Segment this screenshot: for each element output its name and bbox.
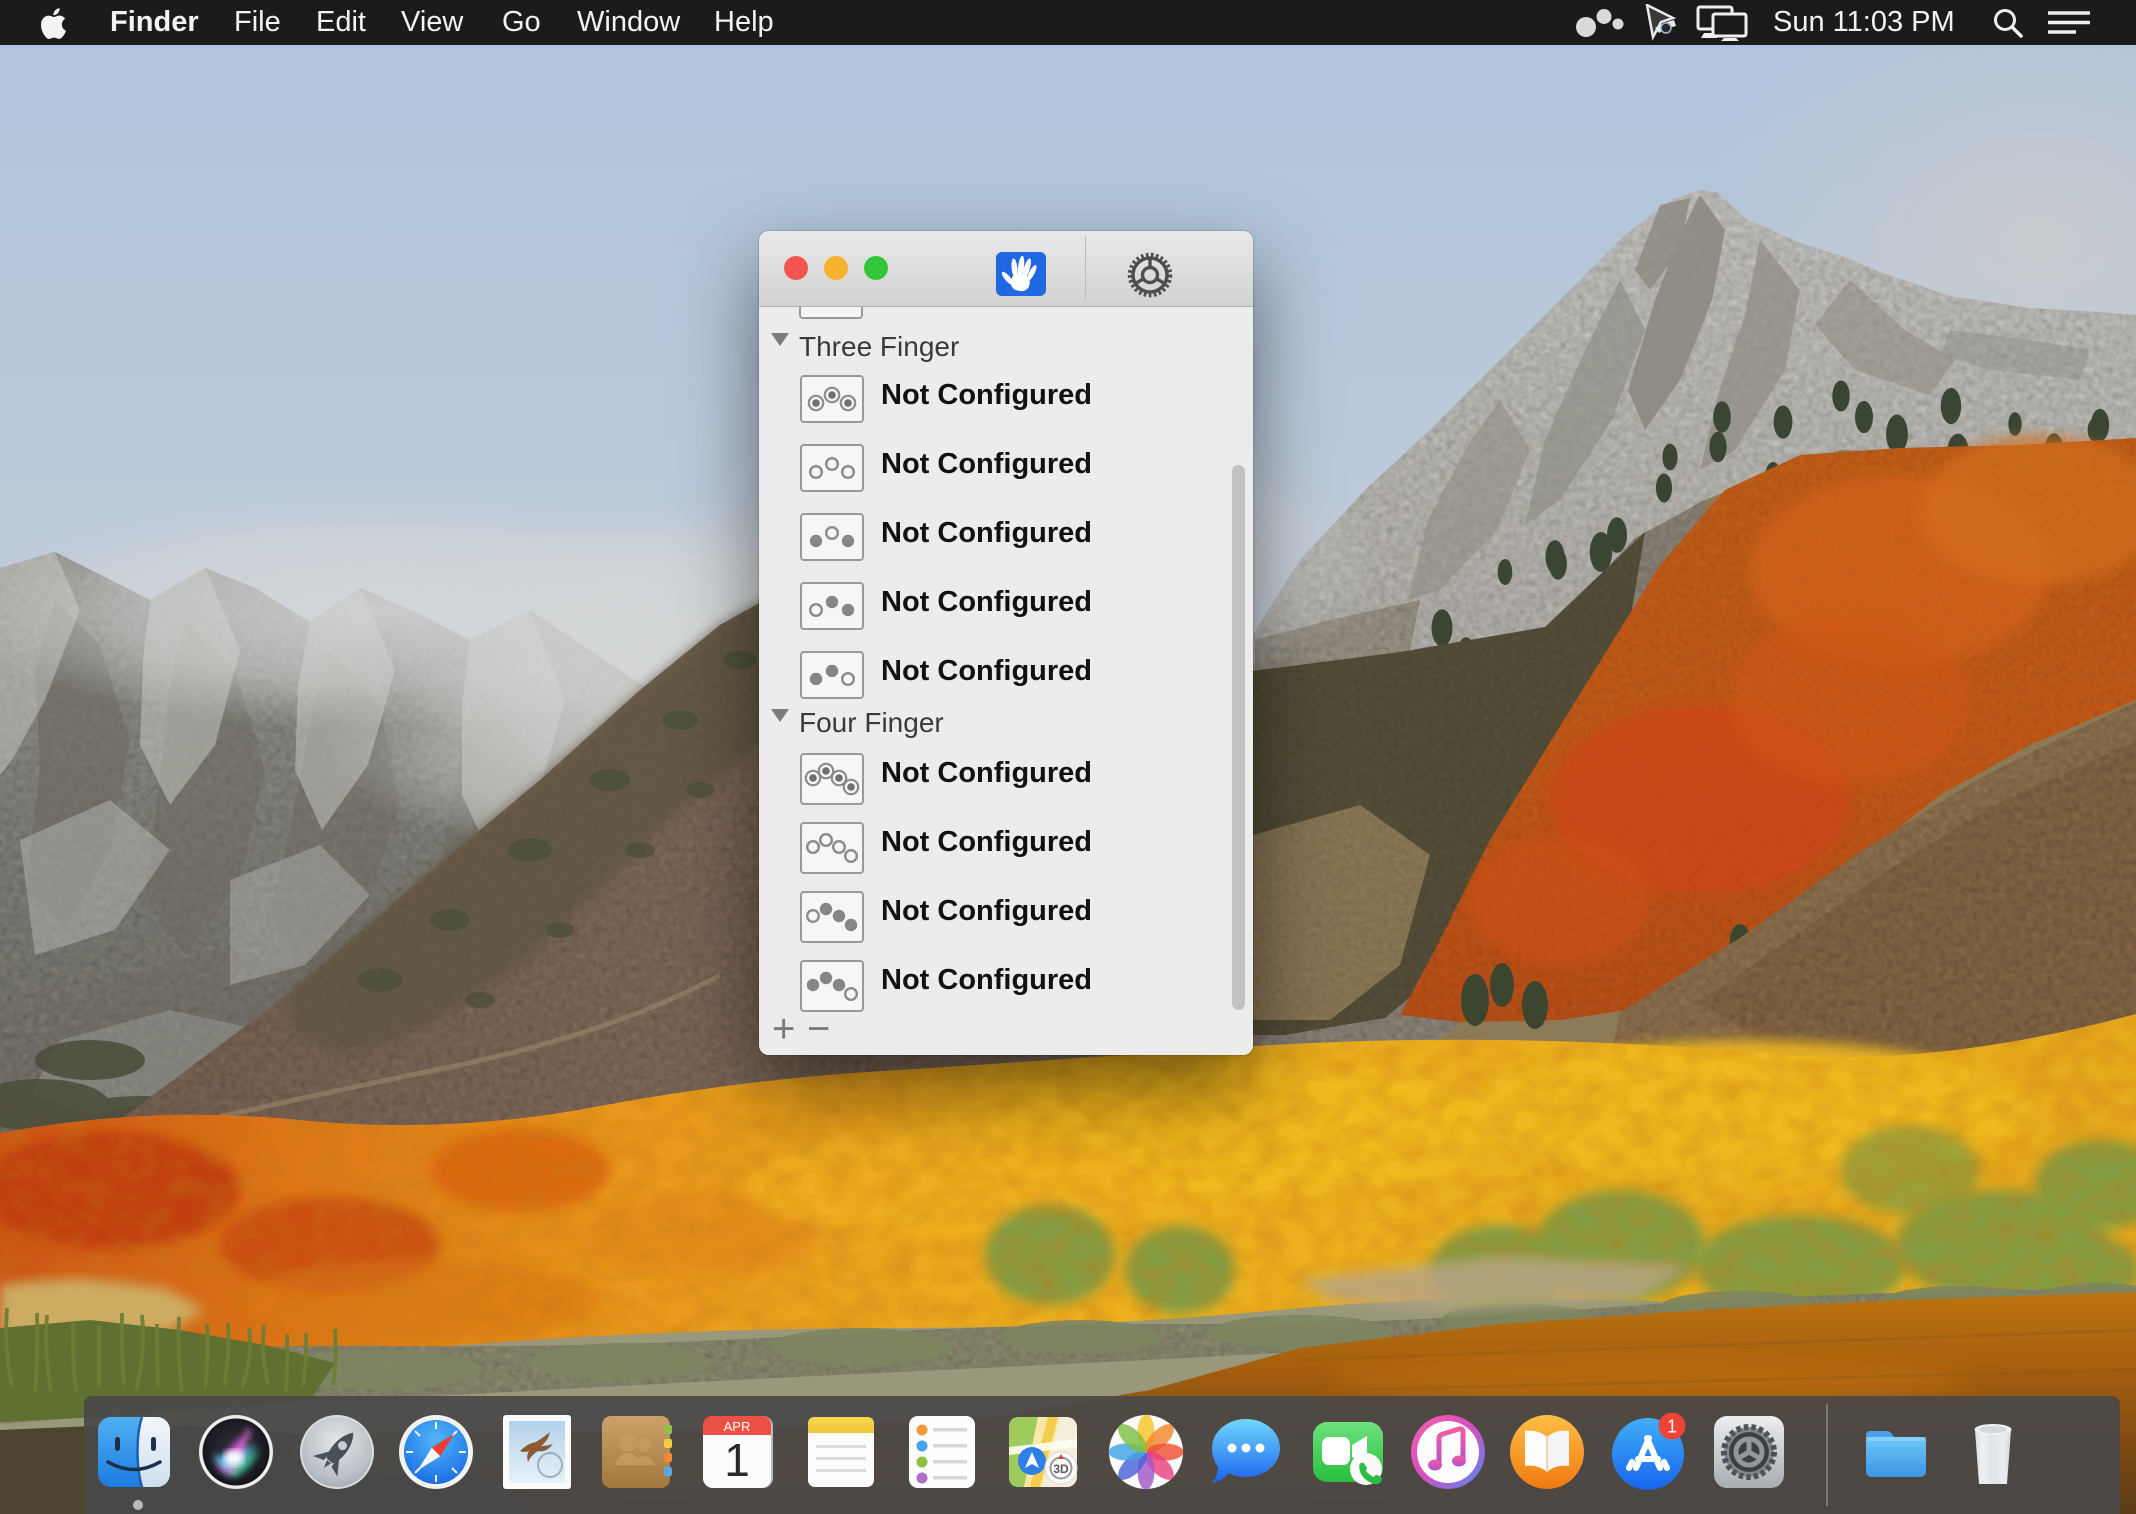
svg-text:1: 1	[724, 1434, 750, 1486]
svg-text:APR: APR	[724, 1419, 751, 1434]
svg-text:1: 1	[1667, 1417, 1677, 1437]
svg-text:3D: 3D	[1053, 1462, 1069, 1476]
